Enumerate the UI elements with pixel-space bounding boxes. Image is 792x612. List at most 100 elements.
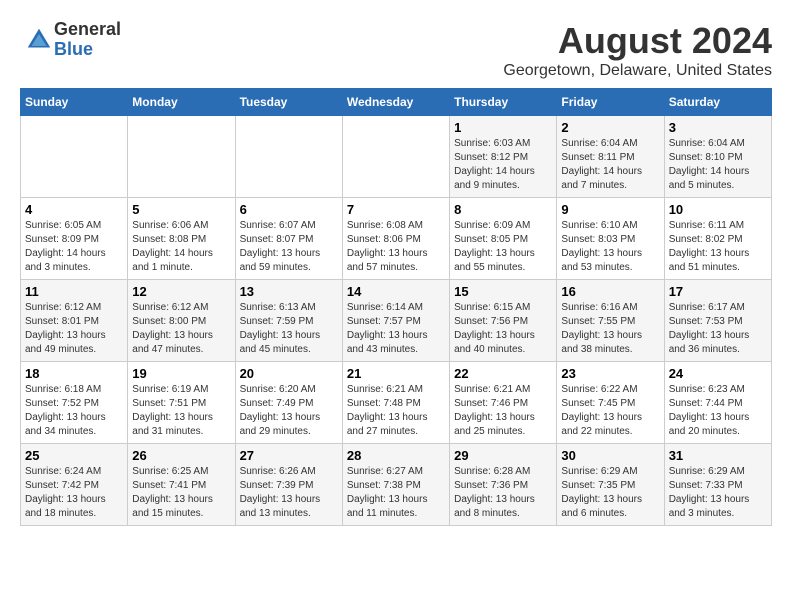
day-info: Sunrise: 6:13 AM Sunset: 7:59 PM Dayligh… [240, 301, 338, 357]
day-info: Sunrise: 6:17 AM Sunset: 7:53 PM Dayligh… [669, 301, 767, 357]
day-number: 27 [240, 448, 338, 463]
page-header: General Blue August 2024 Georgetown, Del… [20, 20, 772, 80]
column-header-saturday: Saturday [664, 89, 771, 116]
day-number: 28 [347, 448, 445, 463]
logo-general-text: General [54, 20, 121, 40]
day-number: 20 [240, 366, 338, 381]
day-number: 13 [240, 284, 338, 299]
day-info: Sunrise: 6:08 AM Sunset: 8:06 PM Dayligh… [347, 219, 445, 275]
day-number: 15 [454, 284, 552, 299]
calendar-cell: 18 Sunrise: 6:18 AM Sunset: 7:52 PM Dayli… [21, 362, 128, 444]
day-info: Sunrise: 6:11 AM Sunset: 8:02 PM Dayligh… [669, 219, 767, 275]
calendar-cell: 21 Sunrise: 6:21 AM Sunset: 7:48 PM Dayli… [342, 362, 449, 444]
calendar-cell [342, 116, 449, 198]
day-info: Sunrise: 6:12 AM Sunset: 8:01 PM Dayligh… [25, 301, 123, 357]
day-number: 16 [561, 284, 659, 299]
week-row-2: 4 Sunrise: 6:05 AM Sunset: 8:09 PM Daylig… [21, 198, 772, 280]
day-info: Sunrise: 6:09 AM Sunset: 8:05 PM Dayligh… [454, 219, 552, 275]
calendar-cell: 23 Sunrise: 6:22 AM Sunset: 7:45 PM Dayli… [557, 362, 664, 444]
day-number: 8 [454, 202, 552, 217]
column-header-friday: Friday [557, 89, 664, 116]
logo-icon [24, 25, 54, 55]
calendar-cell: 29 Sunrise: 6:28 AM Sunset: 7:36 PM Dayli… [450, 444, 557, 526]
day-number: 19 [132, 366, 230, 381]
calendar-cell: 1 Sunrise: 6:03 AM Sunset: 8:12 PM Daylig… [450, 116, 557, 198]
day-number: 24 [669, 366, 767, 381]
day-number: 1 [454, 120, 552, 135]
week-row-4: 18 Sunrise: 6:18 AM Sunset: 7:52 PM Dayli… [21, 362, 772, 444]
day-info: Sunrise: 6:23 AM Sunset: 7:44 PM Dayligh… [669, 383, 767, 439]
day-number: 30 [561, 448, 659, 463]
day-number: 14 [347, 284, 445, 299]
day-info: Sunrise: 6:14 AM Sunset: 7:57 PM Dayligh… [347, 301, 445, 357]
day-info: Sunrise: 6:20 AM Sunset: 7:49 PM Dayligh… [240, 383, 338, 439]
day-info: Sunrise: 6:12 AM Sunset: 8:00 PM Dayligh… [132, 301, 230, 357]
calendar-cell: 5Sunrise: 6:06 AM Sunset: 8:08 PM Daylig… [128, 198, 235, 280]
day-number: 23 [561, 366, 659, 381]
day-info: Sunrise: 6:05 AM Sunset: 8:09 PM Dayligh… [25, 219, 123, 275]
calendar-cell: 22Sunrise: 6:21 AM Sunset: 7:46 PM Dayli… [450, 362, 557, 444]
header-row: SundayMondayTuesdayWednesdayThursdayFrid… [21, 89, 772, 116]
calendar-cell: 31 Sunrise: 6:29 AM Sunset: 7:33 PM Dayli… [664, 444, 771, 526]
calendar-cell: 28Sunrise: 6:27 AM Sunset: 7:38 PM Dayli… [342, 444, 449, 526]
day-info: Sunrise: 6:22 AM Sunset: 7:45 PM Dayligh… [561, 383, 659, 439]
calendar-cell: 19 Sunrise: 6:19 AM Sunset: 7:51 PM Dayli… [128, 362, 235, 444]
day-number: 3 [669, 120, 767, 135]
column-header-thursday: Thursday [450, 89, 557, 116]
day-number: 11 [25, 284, 123, 299]
calendar-cell [235, 116, 342, 198]
day-number: 26 [132, 448, 230, 463]
calendar-cell: 2Sunrise: 6:04 AM Sunset: 8:11 PM Daylig… [557, 116, 664, 198]
day-number: 12 [132, 284, 230, 299]
column-header-wednesday: Wednesday [342, 89, 449, 116]
logo: General Blue [20, 20, 121, 60]
calendar-cell: 11 Sunrise: 6:12 AM Sunset: 8:01 PM Dayli… [21, 280, 128, 362]
week-row-5: 25Sunrise: 6:24 AM Sunset: 7:42 PM Dayli… [21, 444, 772, 526]
day-info: Sunrise: 6:28 AM Sunset: 7:36 PM Dayligh… [454, 465, 552, 521]
calendar-cell: 10 Sunrise: 6:11 AM Sunset: 8:02 PM Dayli… [664, 198, 771, 280]
day-number: 7 [347, 202, 445, 217]
calendar-cell: 24 Sunrise: 6:23 AM Sunset: 7:44 PM Dayli… [664, 362, 771, 444]
day-info: Sunrise: 6:25 AM Sunset: 7:41 PM Dayligh… [132, 465, 230, 521]
day-number: 31 [669, 448, 767, 463]
calendar-cell [128, 116, 235, 198]
day-number: 4 [25, 202, 123, 217]
day-info: Sunrise: 6:19 AM Sunset: 7:51 PM Dayligh… [132, 383, 230, 439]
calendar-cell: 20 Sunrise: 6:20 AM Sunset: 7:49 PM Dayli… [235, 362, 342, 444]
day-number: 10 [669, 202, 767, 217]
calendar-cell [21, 116, 128, 198]
calendar-cell: 7 Sunrise: 6:08 AM Sunset: 8:06 PM Daylig… [342, 198, 449, 280]
day-info: Sunrise: 6:04 AM Sunset: 8:11 PM Dayligh… [561, 137, 659, 193]
day-info: Sunrise: 6:24 AM Sunset: 7:42 PM Dayligh… [25, 465, 123, 521]
calendar-cell: 14 Sunrise: 6:14 AM Sunset: 7:57 PM Dayli… [342, 280, 449, 362]
calendar-cell: 16 Sunrise: 6:16 AM Sunset: 7:55 PM Dayli… [557, 280, 664, 362]
calendar-cell: 4 Sunrise: 6:05 AM Sunset: 8:09 PM Daylig… [21, 198, 128, 280]
month-title: August 2024 [503, 20, 772, 62]
calendar-cell: 25Sunrise: 6:24 AM Sunset: 7:42 PM Dayli… [21, 444, 128, 526]
day-info: Sunrise: 6:21 AM Sunset: 7:46 PM Dayligh… [454, 383, 552, 439]
day-info: Sunrise: 6:15 AM Sunset: 7:56 PM Dayligh… [454, 301, 552, 357]
calendar-cell: 12 Sunrise: 6:12 AM Sunset: 8:00 PM Dayli… [128, 280, 235, 362]
day-number: 5 [132, 202, 230, 217]
week-row-3: 11 Sunrise: 6:12 AM Sunset: 8:01 PM Dayli… [21, 280, 772, 362]
day-info: Sunrise: 6:16 AM Sunset: 7:55 PM Dayligh… [561, 301, 659, 357]
day-info: Sunrise: 6:26 AM Sunset: 7:39 PM Dayligh… [240, 465, 338, 521]
day-info: Sunrise: 6:04 AM Sunset: 8:10 PM Dayligh… [669, 137, 767, 193]
day-info: Sunrise: 6:21 AM Sunset: 7:48 PM Dayligh… [347, 383, 445, 439]
calendar-cell: 3 Sunrise: 6:04 AM Sunset: 8:10 PM Daylig… [664, 116, 771, 198]
logo-blue-text: Blue [54, 40, 121, 60]
day-info: Sunrise: 6:07 AM Sunset: 8:07 PM Dayligh… [240, 219, 338, 275]
day-info: Sunrise: 6:29 AM Sunset: 7:33 PM Dayligh… [669, 465, 767, 521]
day-number: 29 [454, 448, 552, 463]
day-info: Sunrise: 6:18 AM Sunset: 7:52 PM Dayligh… [25, 383, 123, 439]
day-number: 17 [669, 284, 767, 299]
day-number: 9 [561, 202, 659, 217]
calendar-cell: 30Sunrise: 6:29 AM Sunset: 7:35 PM Dayli… [557, 444, 664, 526]
calendar-cell: 6Sunrise: 6:07 AM Sunset: 8:07 PM Daylig… [235, 198, 342, 280]
calendar-cell: 9Sunrise: 6:10 AM Sunset: 8:03 PM Daylig… [557, 198, 664, 280]
calendar-cell: 17 Sunrise: 6:17 AM Sunset: 7:53 PM Dayli… [664, 280, 771, 362]
calendar-table: SundayMondayTuesdayWednesdayThursdayFrid… [20, 88, 772, 526]
day-number: 18 [25, 366, 123, 381]
day-info: Sunrise: 6:03 AM Sunset: 8:12 PM Dayligh… [454, 137, 552, 193]
day-number: 21 [347, 366, 445, 381]
